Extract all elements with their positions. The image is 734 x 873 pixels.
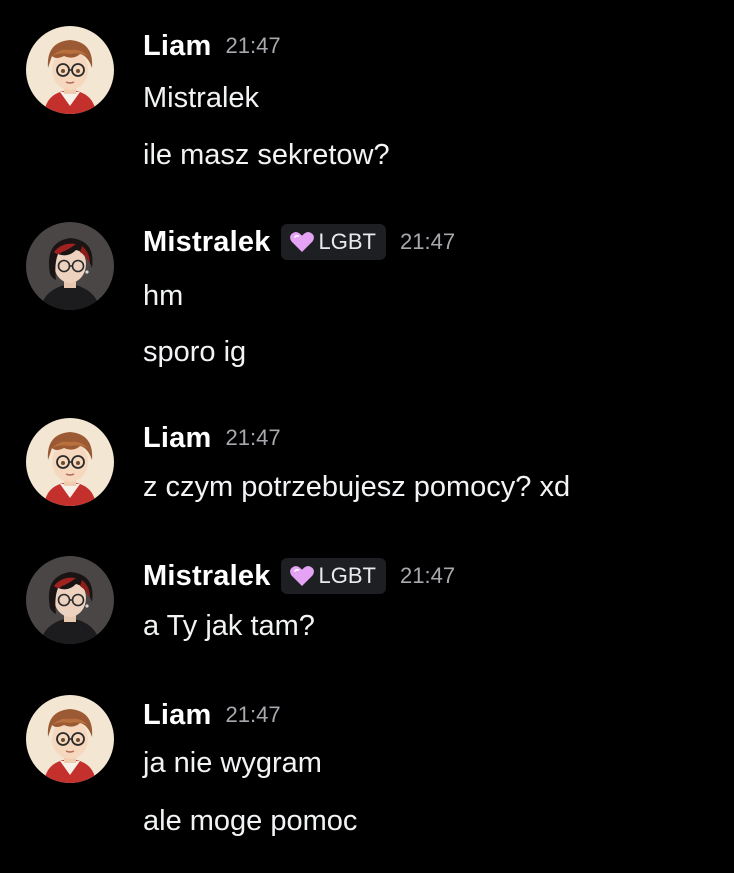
message-group: Mistralek LGBT 21:47 a Ty jak tam? bbox=[0, 556, 734, 646]
message-header: Liam 21:47 bbox=[143, 418, 281, 458]
message-text: ile masz sekretow? bbox=[143, 139, 390, 171]
avatar[interactable] bbox=[26, 26, 114, 114]
tag-label: LGBT bbox=[318, 563, 376, 588]
message-text: ale moge pomoc bbox=[143, 805, 358, 837]
message-text: sporo ig bbox=[143, 336, 247, 368]
liam-avatar-icon bbox=[26, 695, 114, 783]
pink-heart-icon bbox=[289, 231, 314, 252]
message-text: ja nie wygram bbox=[143, 747, 322, 779]
avatar[interactable] bbox=[26, 418, 114, 506]
message-text: hm bbox=[143, 280, 184, 312]
message-group: Liam 21:47 Mistralek ile masz sekretow? bbox=[0, 26, 734, 171]
timestamp[interactable]: 21:47 bbox=[226, 702, 281, 728]
mistralek-avatar-icon bbox=[26, 556, 114, 644]
avatar[interactable] bbox=[26, 695, 114, 783]
timestamp[interactable]: 21:47 bbox=[226, 425, 281, 451]
timestamp[interactable]: 21:47 bbox=[400, 229, 455, 255]
message-group: Liam 21:47 ja nie wygram ale moge pomoc bbox=[0, 695, 734, 845]
message-header: Mistralek LGBT 21:47 bbox=[143, 556, 455, 596]
avatar[interactable] bbox=[26, 222, 114, 310]
liam-avatar-icon bbox=[26, 418, 114, 506]
role-tag[interactable]: LGBT bbox=[280, 224, 386, 260]
username[interactable]: Liam bbox=[143, 699, 212, 732]
tag-label: LGBT bbox=[318, 229, 376, 254]
message-group: Liam 21:47 z czym potrzebujesz pomocy? x… bbox=[0, 418, 734, 508]
message-group: Mistralek LGBT 21:47 hm sporo ig bbox=[0, 222, 734, 368]
message-text: z czym potrzebujesz pomocy? xd bbox=[143, 471, 571, 503]
message-header: Liam 21:47 bbox=[143, 695, 281, 735]
message-header: Liam 21:47 bbox=[143, 26, 281, 66]
timestamp[interactable]: 21:47 bbox=[400, 563, 455, 589]
avatar[interactable] bbox=[26, 556, 114, 644]
chat-message-list: Liam 21:47 Mistralek ile masz sekretow? bbox=[0, 0, 734, 873]
mistralek-avatar-icon bbox=[26, 222, 114, 310]
username[interactable]: Mistralek bbox=[143, 226, 271, 259]
username[interactable]: Mistralek bbox=[143, 560, 271, 593]
message-text: a Ty jak tam? bbox=[143, 610, 315, 642]
username[interactable]: Liam bbox=[143, 422, 212, 455]
timestamp[interactable]: 21:47 bbox=[226, 33, 281, 59]
role-tag[interactable]: LGBT bbox=[280, 558, 386, 594]
pink-heart-icon bbox=[289, 565, 314, 586]
message-text: Mistralek bbox=[143, 82, 260, 114]
username[interactable]: Liam bbox=[143, 30, 212, 63]
message-header: Mistralek LGBT 21:47 bbox=[143, 222, 455, 262]
liam-avatar-icon bbox=[26, 26, 114, 114]
